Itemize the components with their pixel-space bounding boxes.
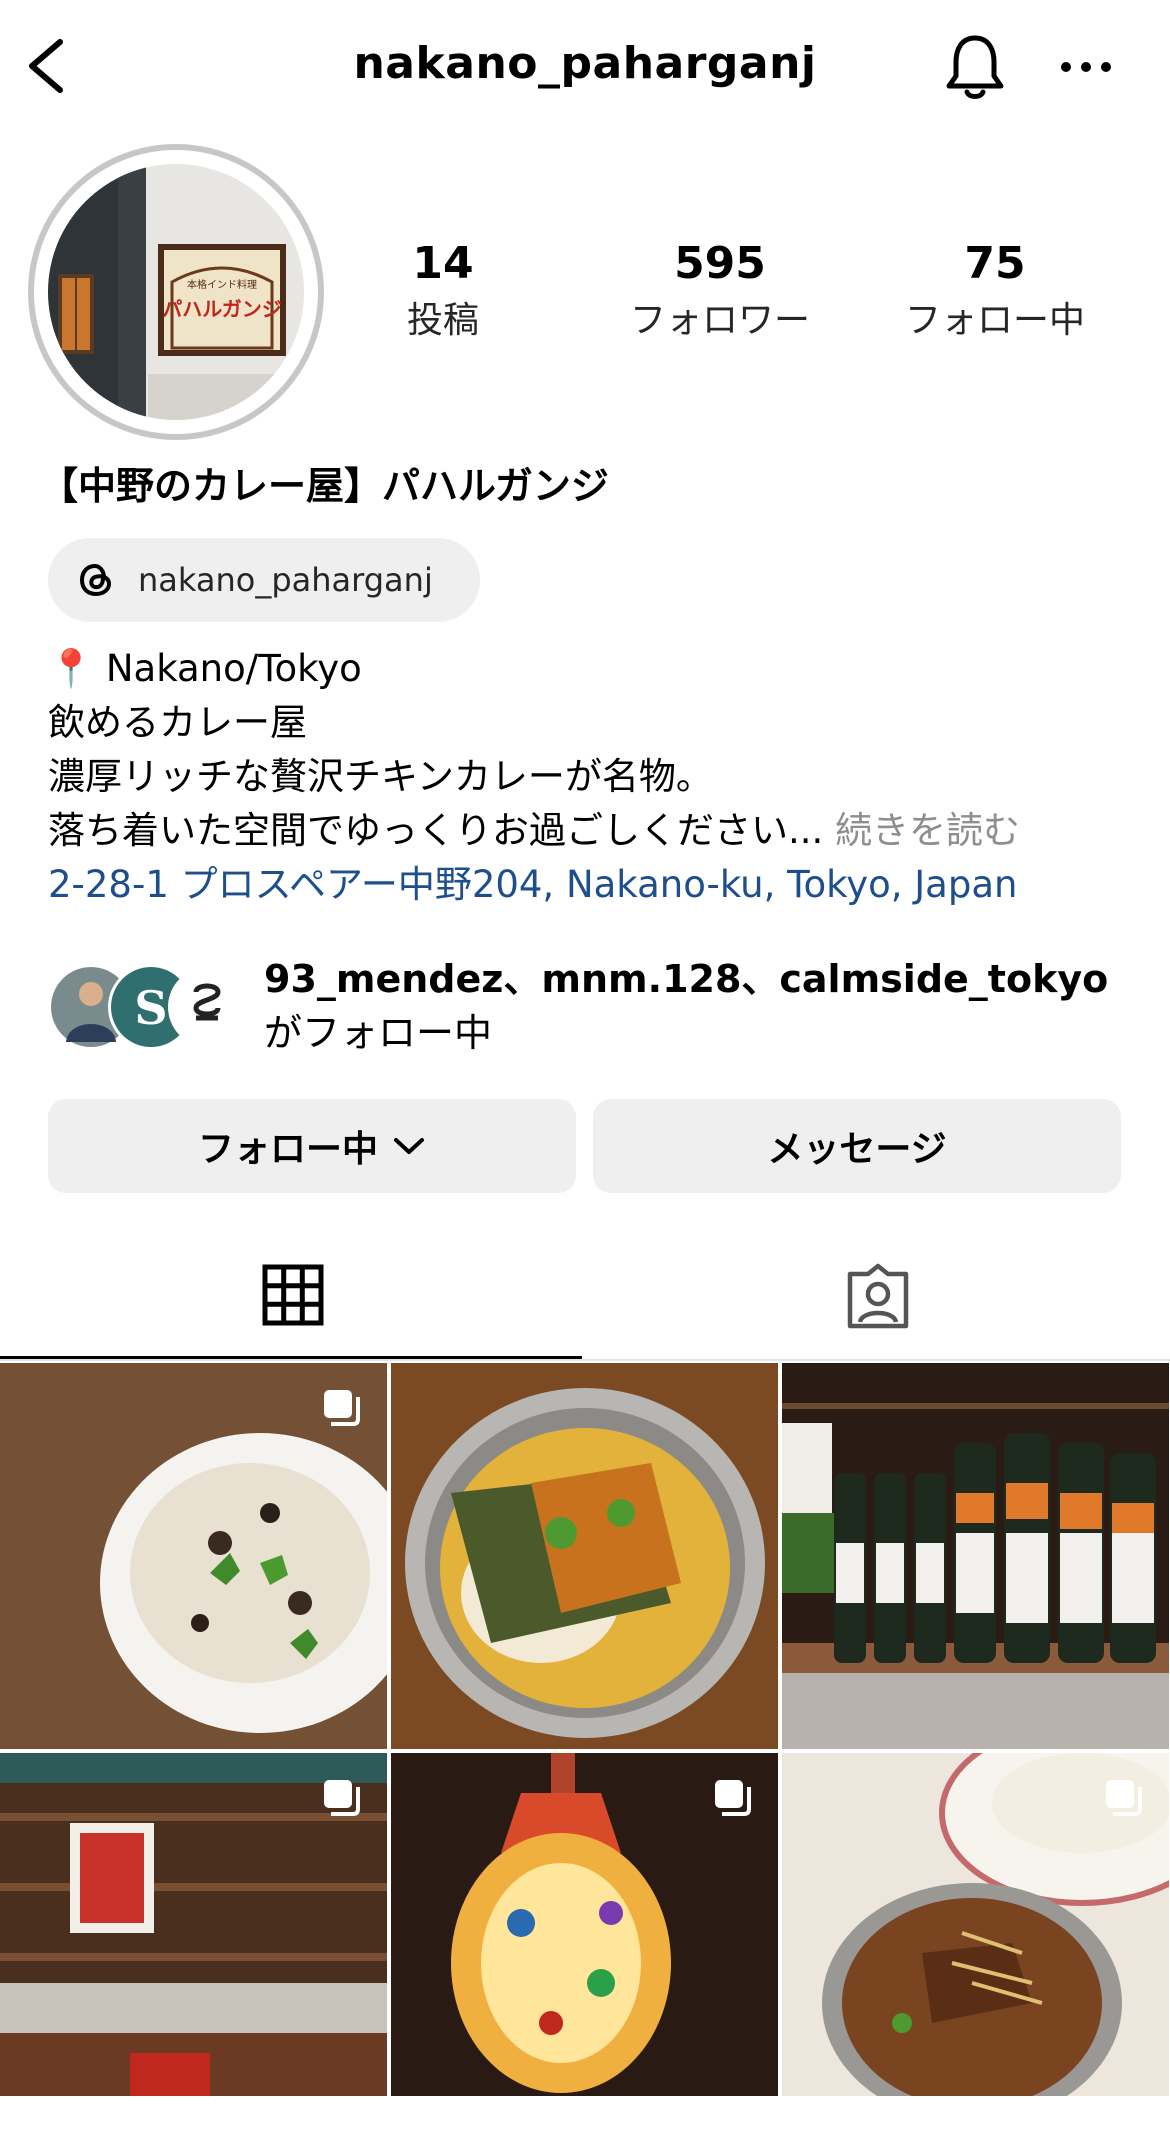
threads-badge[interactable]: nakano_paharganj xyxy=(48,538,480,622)
multiple-posts-icon xyxy=(1106,1780,1142,1816)
tab-divider xyxy=(0,1359,1170,1361)
threads-handle: nakano_paharganj xyxy=(138,561,433,599)
more-options-icon[interactable] xyxy=(1060,52,1112,82)
svg-text:本格インド料理: 本格インド料理 xyxy=(187,278,257,291)
bio-line-3: 濃厚リッチな贅沢チキンカレーが名物。 xyxy=(48,755,713,798)
bio-location: 📍 Nakano/Tokyo xyxy=(48,642,362,696)
address-link[interactable]: 2-28-1 プロスペアー中野204, Nakano-ku, Tokyo, Ja… xyxy=(48,858,1017,912)
bell-icon[interactable] xyxy=(944,32,1006,102)
followed-by-names: 93_mendez、mnm.128、calmside_tokyo xyxy=(264,957,1109,1001)
bio-line-4: 落ち着いた空間でゆっくりお過ごしください... 続きを読む xyxy=(48,804,1020,858)
post-thumbnail-4[interactable] xyxy=(0,1753,387,2139)
stat-posts[interactable]: 14 投稿 xyxy=(323,238,563,343)
threads-icon xyxy=(79,563,112,597)
pin-icon: 📍 xyxy=(48,647,95,690)
display-name: 【中野のカレー屋】パハルガンジ xyxy=(40,464,609,508)
read-more-link[interactable]: 続きを読む xyxy=(835,809,1020,852)
multiple-posts-icon xyxy=(324,1780,360,1816)
svg-text:S: S xyxy=(134,981,167,1035)
post-thumbnail-3[interactable] xyxy=(782,1363,1169,1749)
following-button[interactable]: フォロー中 xyxy=(48,1099,576,1193)
following-button-label: フォロー中 xyxy=(197,1129,378,1170)
stat-following-value: 75 xyxy=(964,238,1026,289)
grid-icon[interactable] xyxy=(262,1264,324,1326)
multiple-posts-icon xyxy=(715,1780,751,1816)
message-button-label: メッセージ xyxy=(767,1129,947,1170)
stat-posts-value: 14 xyxy=(412,238,474,289)
post-thumbnail-5[interactable] xyxy=(391,1753,778,2139)
stat-followers-label: フォロワー xyxy=(629,300,810,341)
post-thumbnail-1[interactable] xyxy=(0,1363,387,1749)
stat-followers-value: 595 xyxy=(674,238,766,289)
multiple-posts-icon xyxy=(324,1390,360,1426)
avatar-sign-text: パハルガンジ xyxy=(162,297,281,321)
tagged-icon[interactable] xyxy=(844,1262,912,1332)
followed-by-suffix: がフォロー中 xyxy=(264,1011,493,1055)
mutual-followers-avatars[interactable]: S xyxy=(48,962,248,1052)
stat-following[interactable]: 75 フォロー中 xyxy=(875,238,1115,343)
bio-line-4-text: 落ち着いた空間でゆっくりお過ごしください... xyxy=(48,809,824,852)
bio-location-text: Nakano/Tokyo xyxy=(105,647,362,690)
followed-by-text[interactable]: 93_mendez、mnm.128、calmside_tokyo がフォロー中 xyxy=(264,952,1108,1060)
avatar[interactable]: 本格インド料理 パハルガンジ xyxy=(48,164,304,420)
stat-following-label: フォロー中 xyxy=(904,300,1085,341)
chevron-down-icon xyxy=(394,1138,424,1154)
mutual-avatar-3 xyxy=(168,967,248,1047)
stat-followers[interactable]: 595 フォロワー xyxy=(600,238,840,343)
message-button[interactable]: メッセージ xyxy=(593,1099,1121,1193)
stat-posts-label: 投稿 xyxy=(406,300,479,341)
post-thumbnail-2[interactable] xyxy=(391,1363,778,1749)
bio-line-2: 飲めるカレー屋 xyxy=(48,701,307,744)
post-thumbnail-6[interactable] xyxy=(782,1753,1169,2139)
